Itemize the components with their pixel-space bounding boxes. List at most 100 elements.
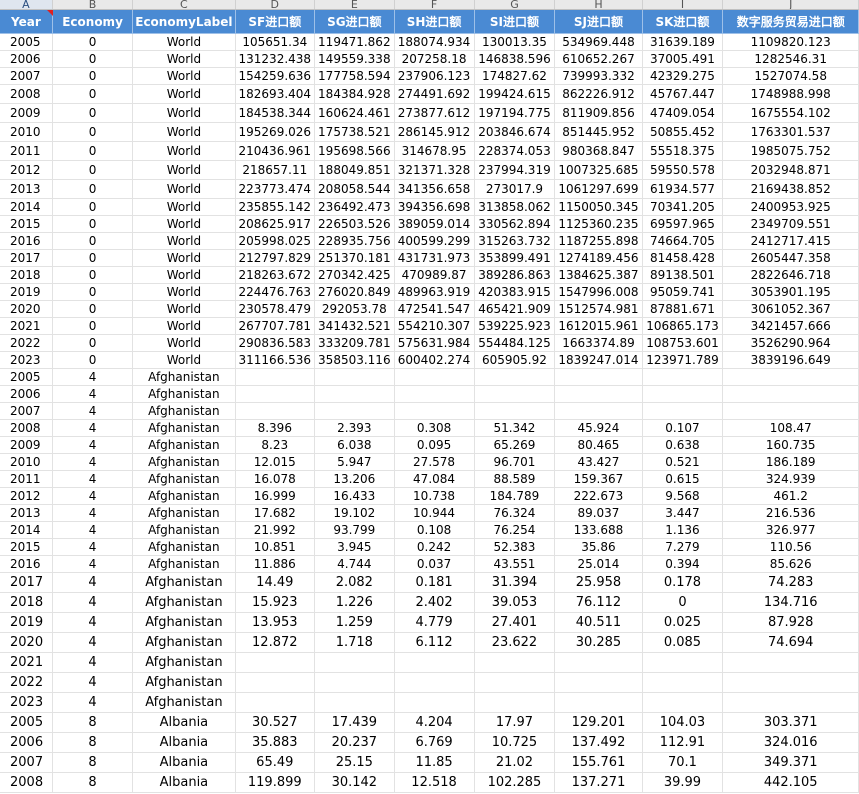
header-sh[interactable]: SH进口额 bbox=[394, 9, 475, 34]
table-cell[interactable]: 30.142 bbox=[314, 772, 395, 793]
column-letter-i[interactable]: I bbox=[642, 0, 724, 10]
table-cell[interactable]: 59550.578 bbox=[642, 160, 724, 180]
table-cell[interactable]: 394356.698 bbox=[394, 198, 475, 216]
column-letter-f[interactable]: F bbox=[394, 0, 475, 10]
table-cell[interactable] bbox=[394, 692, 475, 713]
table-cell[interactable]: 14.49 bbox=[235, 572, 316, 593]
table-cell[interactable]: World bbox=[132, 249, 236, 267]
table-cell[interactable]: 89138.501 bbox=[642, 266, 724, 284]
table-cell[interactable]: 1547996.008 bbox=[554, 283, 643, 301]
table-cell[interactable]: 0 bbox=[52, 122, 134, 142]
table-cell[interactable]: 0.638 bbox=[642, 436, 724, 454]
column-letter-b[interactable]: B bbox=[52, 0, 134, 10]
column-letter-h[interactable]: H bbox=[554, 0, 643, 10]
table-cell[interactable]: 324.016 bbox=[722, 732, 859, 753]
table-cell[interactable]: 273877.612 bbox=[394, 103, 475, 123]
table-cell[interactable] bbox=[394, 652, 475, 673]
table-cell[interactable]: 2015 bbox=[0, 215, 53, 233]
table-cell[interactable]: 1663374.89 bbox=[554, 334, 643, 352]
table-cell[interactable]: Afghanistan bbox=[132, 632, 236, 653]
header-sk[interactable]: SK进口额 bbox=[642, 9, 724, 34]
table-cell[interactable]: 3421457.666 bbox=[722, 317, 859, 335]
table-cell[interactable]: 0.615 bbox=[642, 470, 724, 488]
table-cell[interactable]: 149559.338 bbox=[314, 50, 395, 68]
table-cell[interactable]: Afghanistan bbox=[132, 612, 236, 633]
table-cell[interactable]: 0 bbox=[52, 334, 134, 352]
table-cell[interactable]: Afghanistan bbox=[132, 419, 236, 437]
table-cell[interactable]: 110.56 bbox=[722, 538, 859, 556]
table-cell[interactable]: World bbox=[132, 67, 236, 85]
table-cell[interactable] bbox=[722, 672, 859, 693]
column-letter-j[interactable]: J bbox=[722, 0, 859, 10]
table-cell[interactable]: 1839247.014 bbox=[554, 351, 643, 369]
table-cell[interactable]: 8.23 bbox=[235, 436, 316, 454]
table-cell[interactable]: 1512574.981 bbox=[554, 300, 643, 318]
table-cell[interactable]: 1612015.961 bbox=[554, 317, 643, 335]
table-cell[interactable]: World bbox=[132, 50, 236, 68]
table-cell[interactable]: 251370.181 bbox=[314, 249, 395, 267]
table-cell[interactable]: 1.226 bbox=[314, 592, 395, 613]
table-cell[interactable]: 74.283 bbox=[722, 572, 859, 593]
table-cell[interactable]: 186.189 bbox=[722, 453, 859, 471]
table-cell[interactable]: 119471.862 bbox=[314, 33, 395, 51]
table-cell[interactable]: 1274189.456 bbox=[554, 249, 643, 267]
table-cell[interactable] bbox=[394, 385, 475, 403]
table-cell[interactable]: 12.872 bbox=[235, 632, 316, 653]
table-cell[interactable] bbox=[554, 368, 643, 386]
table-cell[interactable]: 47409.054 bbox=[642, 103, 724, 123]
table-cell[interactable]: 224476.763 bbox=[235, 283, 316, 301]
table-cell[interactable]: 40.511 bbox=[554, 612, 643, 633]
table-cell[interactable]: 4 bbox=[52, 402, 134, 420]
table-cell[interactable]: 2019 bbox=[0, 612, 53, 633]
table-cell[interactable]: 216.536 bbox=[722, 504, 859, 522]
table-cell[interactable]: World bbox=[132, 103, 236, 123]
column-letter-e[interactable]: E bbox=[314, 0, 395, 10]
table-cell[interactable]: 420383.915 bbox=[474, 283, 556, 301]
table-cell[interactable]: 315263.732 bbox=[474, 232, 556, 250]
header-sg[interactable]: SG进口额 bbox=[314, 9, 395, 34]
table-cell[interactable]: 30.527 bbox=[235, 712, 316, 733]
table-cell[interactable] bbox=[642, 692, 724, 713]
table-cell[interactable]: 0 bbox=[52, 215, 134, 233]
table-cell[interactable]: 0 bbox=[52, 103, 134, 123]
table-cell[interactable]: 2822646.718 bbox=[722, 266, 859, 284]
table-cell[interactable]: Afghanistan bbox=[132, 592, 236, 613]
table-cell[interactable]: 0 bbox=[52, 283, 134, 301]
table-cell[interactable] bbox=[642, 652, 724, 673]
table-cell[interactable]: 311166.536 bbox=[235, 351, 316, 369]
table-cell[interactable]: 27.401 bbox=[474, 612, 556, 633]
table-cell[interactable]: Afghanistan bbox=[132, 402, 236, 420]
table-cell[interactable]: 74664.705 bbox=[642, 232, 724, 250]
table-cell[interactable]: 96.701 bbox=[474, 453, 556, 471]
table-cell[interactable]: 290836.583 bbox=[235, 334, 316, 352]
table-cell[interactable] bbox=[722, 385, 859, 403]
table-cell[interactable]: 13.953 bbox=[235, 612, 316, 633]
table-cell[interactable]: 610652.267 bbox=[554, 50, 643, 68]
table-cell[interactable]: 218657.11 bbox=[235, 160, 316, 180]
table-cell[interactable]: 182693.404 bbox=[235, 84, 316, 104]
table-cell[interactable]: 465421.909 bbox=[474, 300, 556, 318]
table-cell[interactable]: 223773.474 bbox=[235, 179, 316, 199]
table-cell[interactable] bbox=[554, 402, 643, 420]
table-cell[interactable]: 43.551 bbox=[474, 555, 556, 573]
table-cell[interactable]: 862226.912 bbox=[554, 84, 643, 104]
table-cell[interactable]: 2020 bbox=[0, 300, 53, 318]
table-cell[interactable]: 267707.781 bbox=[235, 317, 316, 335]
table-cell[interactable]: 353899.491 bbox=[474, 249, 556, 267]
table-cell[interactable]: 2007 bbox=[0, 67, 53, 85]
table-cell[interactable]: 330562.894 bbox=[474, 215, 556, 233]
table-cell[interactable]: 2021 bbox=[0, 652, 53, 673]
table-cell[interactable]: 31.394 bbox=[474, 572, 556, 593]
table-cell[interactable]: 2018 bbox=[0, 266, 53, 284]
table-cell[interactable]: 188049.851 bbox=[314, 160, 395, 180]
table-cell[interactable]: 0.095 bbox=[394, 436, 475, 454]
table-cell[interactable]: 286145.912 bbox=[394, 122, 475, 142]
table-cell[interactable]: 184384.928 bbox=[314, 84, 395, 104]
table-cell[interactable]: 2400953.925 bbox=[722, 198, 859, 216]
table-cell[interactable]: 237994.319 bbox=[474, 160, 556, 180]
header-sf[interactable]: SF进口额 bbox=[235, 9, 316, 34]
table-cell[interactable]: World bbox=[132, 122, 236, 142]
table-cell[interactable]: 21.02 bbox=[474, 752, 556, 773]
table-cell[interactable]: 177758.594 bbox=[314, 67, 395, 85]
table-cell[interactable]: 105651.34 bbox=[235, 33, 316, 51]
